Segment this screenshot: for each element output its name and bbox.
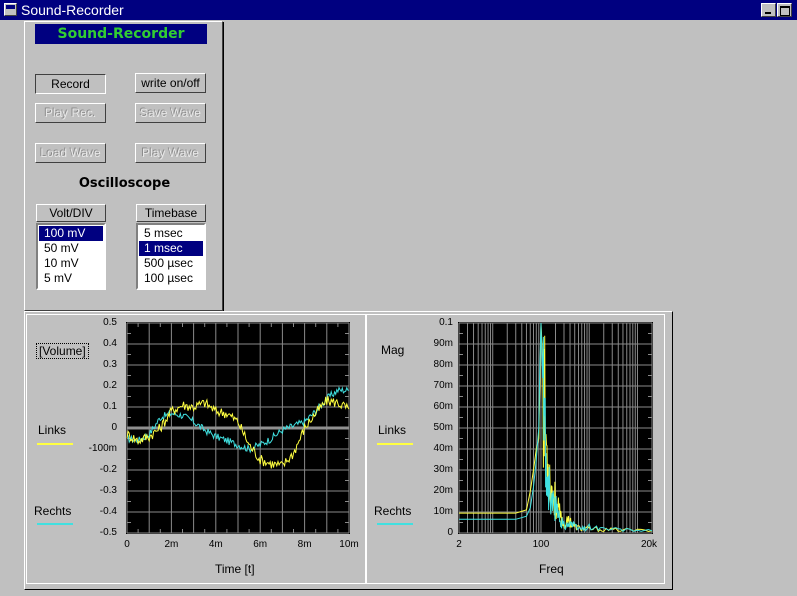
volt-div-option[interactable]: 50 mV — [39, 241, 103, 256]
app-menu-icon[interactable] — [4, 3, 17, 16]
window-title: Sound-Recorder — [21, 2, 124, 18]
y-tick-label: 0.5 — [103, 317, 117, 328]
legend-links-swatch — [37, 443, 73, 445]
y-tick-label: 70m — [433, 380, 453, 391]
y-tick-label: 60m — [433, 401, 453, 412]
x-tick-label: 10m — [339, 539, 359, 550]
timebase-option[interactable]: 1 msec — [139, 241, 203, 256]
control-panel: Sound-Recorder Record write on/off Play … — [24, 21, 223, 311]
maximize-button[interactable] — [777, 3, 792, 17]
y-tick-label: 0.1 — [103, 401, 117, 412]
timebase-group: Timebase 5 msec 1 msec 500 µsec 100 µsec — [136, 204, 206, 290]
spectrum-chart: Mag Links Rechts 0.1 90m 80m 70m 60m 50m 40m 30… — [366, 314, 665, 584]
timebase-option[interactable]: 500 µsec — [139, 256, 203, 271]
legend-rechts-swatch — [377, 523, 413, 525]
x-tick-label: 2 — [456, 539, 462, 550]
volt-div-list[interactable]: 100 mV 50 mV 10 mV 5 mV — [36, 223, 106, 290]
volt-div-group: Volt/DIV 100 mV 50 mV 10 mV 5 mV — [36, 204, 106, 290]
y-tick-label: 50m — [433, 422, 453, 433]
y-tick-label: -0.3 — [99, 485, 117, 496]
legend-rechts-label: Rechts — [374, 504, 412, 518]
load-wave-button[interactable]: Load Wave — [35, 143, 106, 163]
save-wave-button[interactable]: Save Wave — [135, 103, 206, 123]
play-rec-button[interactable]: Play Rec. — [35, 103, 106, 123]
y-tick-label: 10m — [433, 506, 453, 517]
volt-div-label: Volt/DIV — [36, 204, 106, 222]
y-tick-label: 0.3 — [103, 359, 117, 370]
y-tick-label: -0.4 — [99, 506, 117, 517]
timebase-label: Timebase — [136, 204, 206, 222]
title-bar: Sound-Recorder — [0, 0, 797, 20]
y-tick-label: 90m — [433, 338, 453, 349]
spectrum-plot — [458, 322, 653, 534]
oscilloscope-plot — [126, 322, 350, 534]
y-tick-label: 40m — [433, 443, 453, 454]
x-tick-label: 100 — [532, 539, 550, 550]
y-tick-label: 80m — [433, 359, 453, 370]
y-tick-label: -0.2 — [99, 464, 117, 475]
y-tick-label: 0.1 — [439, 317, 453, 328]
y-tick-label: 0.2 — [103, 380, 117, 391]
x-axis-title: Freq — [539, 562, 564, 576]
y-tick-label: -100m — [88, 443, 117, 454]
legend-rechts-label: Rechts — [34, 504, 72, 518]
x-tick-label: 2m — [164, 539, 179, 550]
record-button[interactable]: Record — [35, 74, 106, 94]
x-tick-label: 0 — [124, 539, 130, 550]
legend-rechts-swatch — [37, 523, 73, 525]
volt-div-option[interactable]: 10 mV — [39, 256, 103, 271]
timebase-list[interactable]: 5 msec 1 msec 500 µsec 100 µsec — [136, 223, 206, 290]
play-wave-button[interactable]: Play Wave — [135, 143, 206, 163]
y-tick-label: -0.5 — [99, 527, 117, 538]
write-toggle-button[interactable]: write on/off — [135, 73, 206, 93]
x-tick-label: 8m — [297, 539, 312, 550]
scope-panel: [Volume] Links Rechts 0.5 0.4 0.3 0.2 0.1 0 -1… — [24, 311, 673, 590]
x-tick-label: 6m — [253, 539, 268, 550]
timebase-option[interactable]: 5 msec — [139, 226, 203, 241]
volt-div-option[interactable]: 5 mV — [39, 271, 103, 286]
x-axis-title: Time [t] — [215, 562, 255, 576]
minimize-button[interactable] — [761, 3, 776, 17]
oscilloscope-heading: Oscilloscope — [78, 176, 171, 191]
timebase-option[interactable]: 100 µsec — [139, 271, 203, 286]
y-tick-label: 20m — [433, 485, 453, 496]
y-tick-label: 0 — [447, 527, 453, 538]
y-tick-label: 0.4 — [103, 338, 117, 349]
x-tick-label: 4m — [208, 539, 223, 550]
y-axis-title: Mag — [381, 343, 405, 357]
oscilloscope-chart: [Volume] Links Rechts 0.5 0.4 0.3 0.2 0.1 0 -1… — [26, 314, 366, 584]
app-header: Sound-Recorder — [35, 24, 207, 44]
y-tick-label: 0 — [111, 422, 117, 433]
legend-links-label: Links — [38, 423, 67, 437]
volt-div-option[interactable]: 100 mV — [39, 226, 103, 241]
legend-links-swatch — [377, 443, 413, 445]
y-tick-label: 30m — [433, 464, 453, 475]
x-tick-label: 20k — [640, 539, 658, 550]
legend-links-label: Links — [378, 423, 407, 437]
